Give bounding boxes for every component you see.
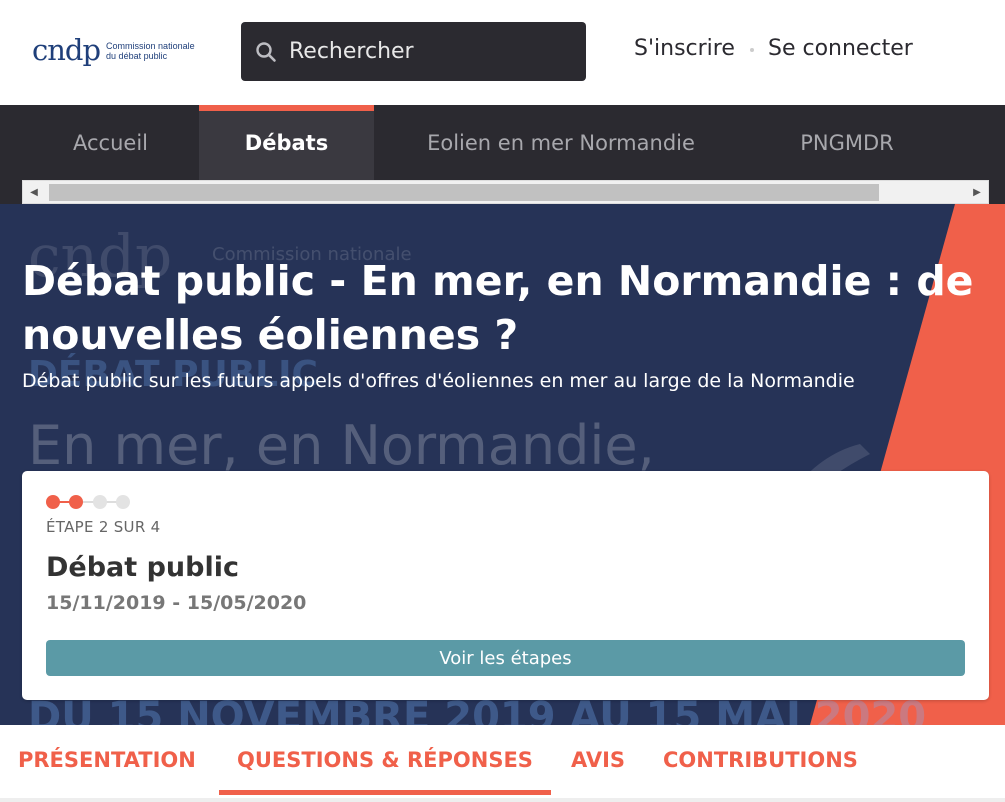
cndp-logo[interactable]: cndp Commission nationale du débat publi… — [32, 36, 195, 65]
step-counter: ÉTAPE 2 SUR 4 — [46, 518, 161, 536]
logo-text: Commission nationale du débat public — [106, 41, 195, 61]
signup-link[interactable]: S'inscrire — [634, 36, 735, 61]
scroll-left-icon[interactable]: ◀ — [23, 181, 45, 203]
step-dot-2 — [69, 495, 83, 509]
hero-bg-en-mer: En mer, en Normandie, — [28, 414, 655, 477]
step-dates: 15/11/2019 - 15/05/2020 — [46, 592, 307, 614]
nav-tab-accueil[interactable]: Accueil — [22, 105, 199, 180]
tab-presentation[interactable]: PRÉSENTATION — [18, 725, 196, 795]
step-card: ÉTAPE 2 SUR 4 Débat public 15/11/2019 - … — [22, 471, 989, 700]
step-dot-1 — [46, 495, 60, 509]
nav-tab-pngmdr[interactable]: PNGMDR — [748, 105, 946, 180]
site-header: cndp Commission nationale du débat publi… — [0, 0, 1005, 105]
view-steps-button[interactable]: Voir les étapes — [46, 640, 965, 676]
logo-line-1: Commission nationale — [106, 40, 195, 51]
tab-questions-reponses[interactable]: QUESTIONS & RÉPONSES — [219, 725, 551, 795]
step-dot-4 — [116, 495, 130, 509]
nav-tab-eolien[interactable]: Eolien en mer Normandie — [374, 105, 748, 180]
page-title: Débat public - En mer, en Normandie : de… — [22, 257, 974, 359]
tab-contributions[interactable]: CONTRIBUTIONS — [663, 725, 858, 795]
auth-separator — [750, 48, 754, 52]
nav-tab-debats[interactable]: Débats — [199, 105, 374, 180]
search-input[interactable] — [289, 39, 569, 64]
step-progress — [46, 495, 132, 509]
main-nav: Accueil Débats Eolien en mer Normandie P… — [0, 105, 1005, 204]
search-box[interactable] — [241, 22, 586, 81]
nav-scrollbar[interactable]: ◀ ▶ — [22, 180, 989, 204]
scroll-right-icon[interactable]: ▶ — [966, 181, 988, 203]
search-icon[interactable] — [255, 41, 277, 63]
tab-avis[interactable]: AVIS — [571, 725, 625, 795]
step-name: Débat public — [46, 552, 239, 583]
logo-mark: cndp — [32, 33, 101, 67]
page-subtitle: Débat public sur les futurs appels d'off… — [22, 370, 855, 392]
scroll-thumb[interactable] — [49, 184, 879, 201]
signin-link[interactable]: Se connecter — [768, 36, 913, 61]
step-dot-3 — [93, 495, 107, 509]
logo-line-2: du débat public — [106, 50, 168, 61]
section-tabs: PRÉSENTATION QUESTIONS & RÉPONSES AVIS C… — [0, 725, 1005, 802]
nav-tabs: Accueil Débats Eolien en mer Normandie P… — [22, 105, 946, 180]
